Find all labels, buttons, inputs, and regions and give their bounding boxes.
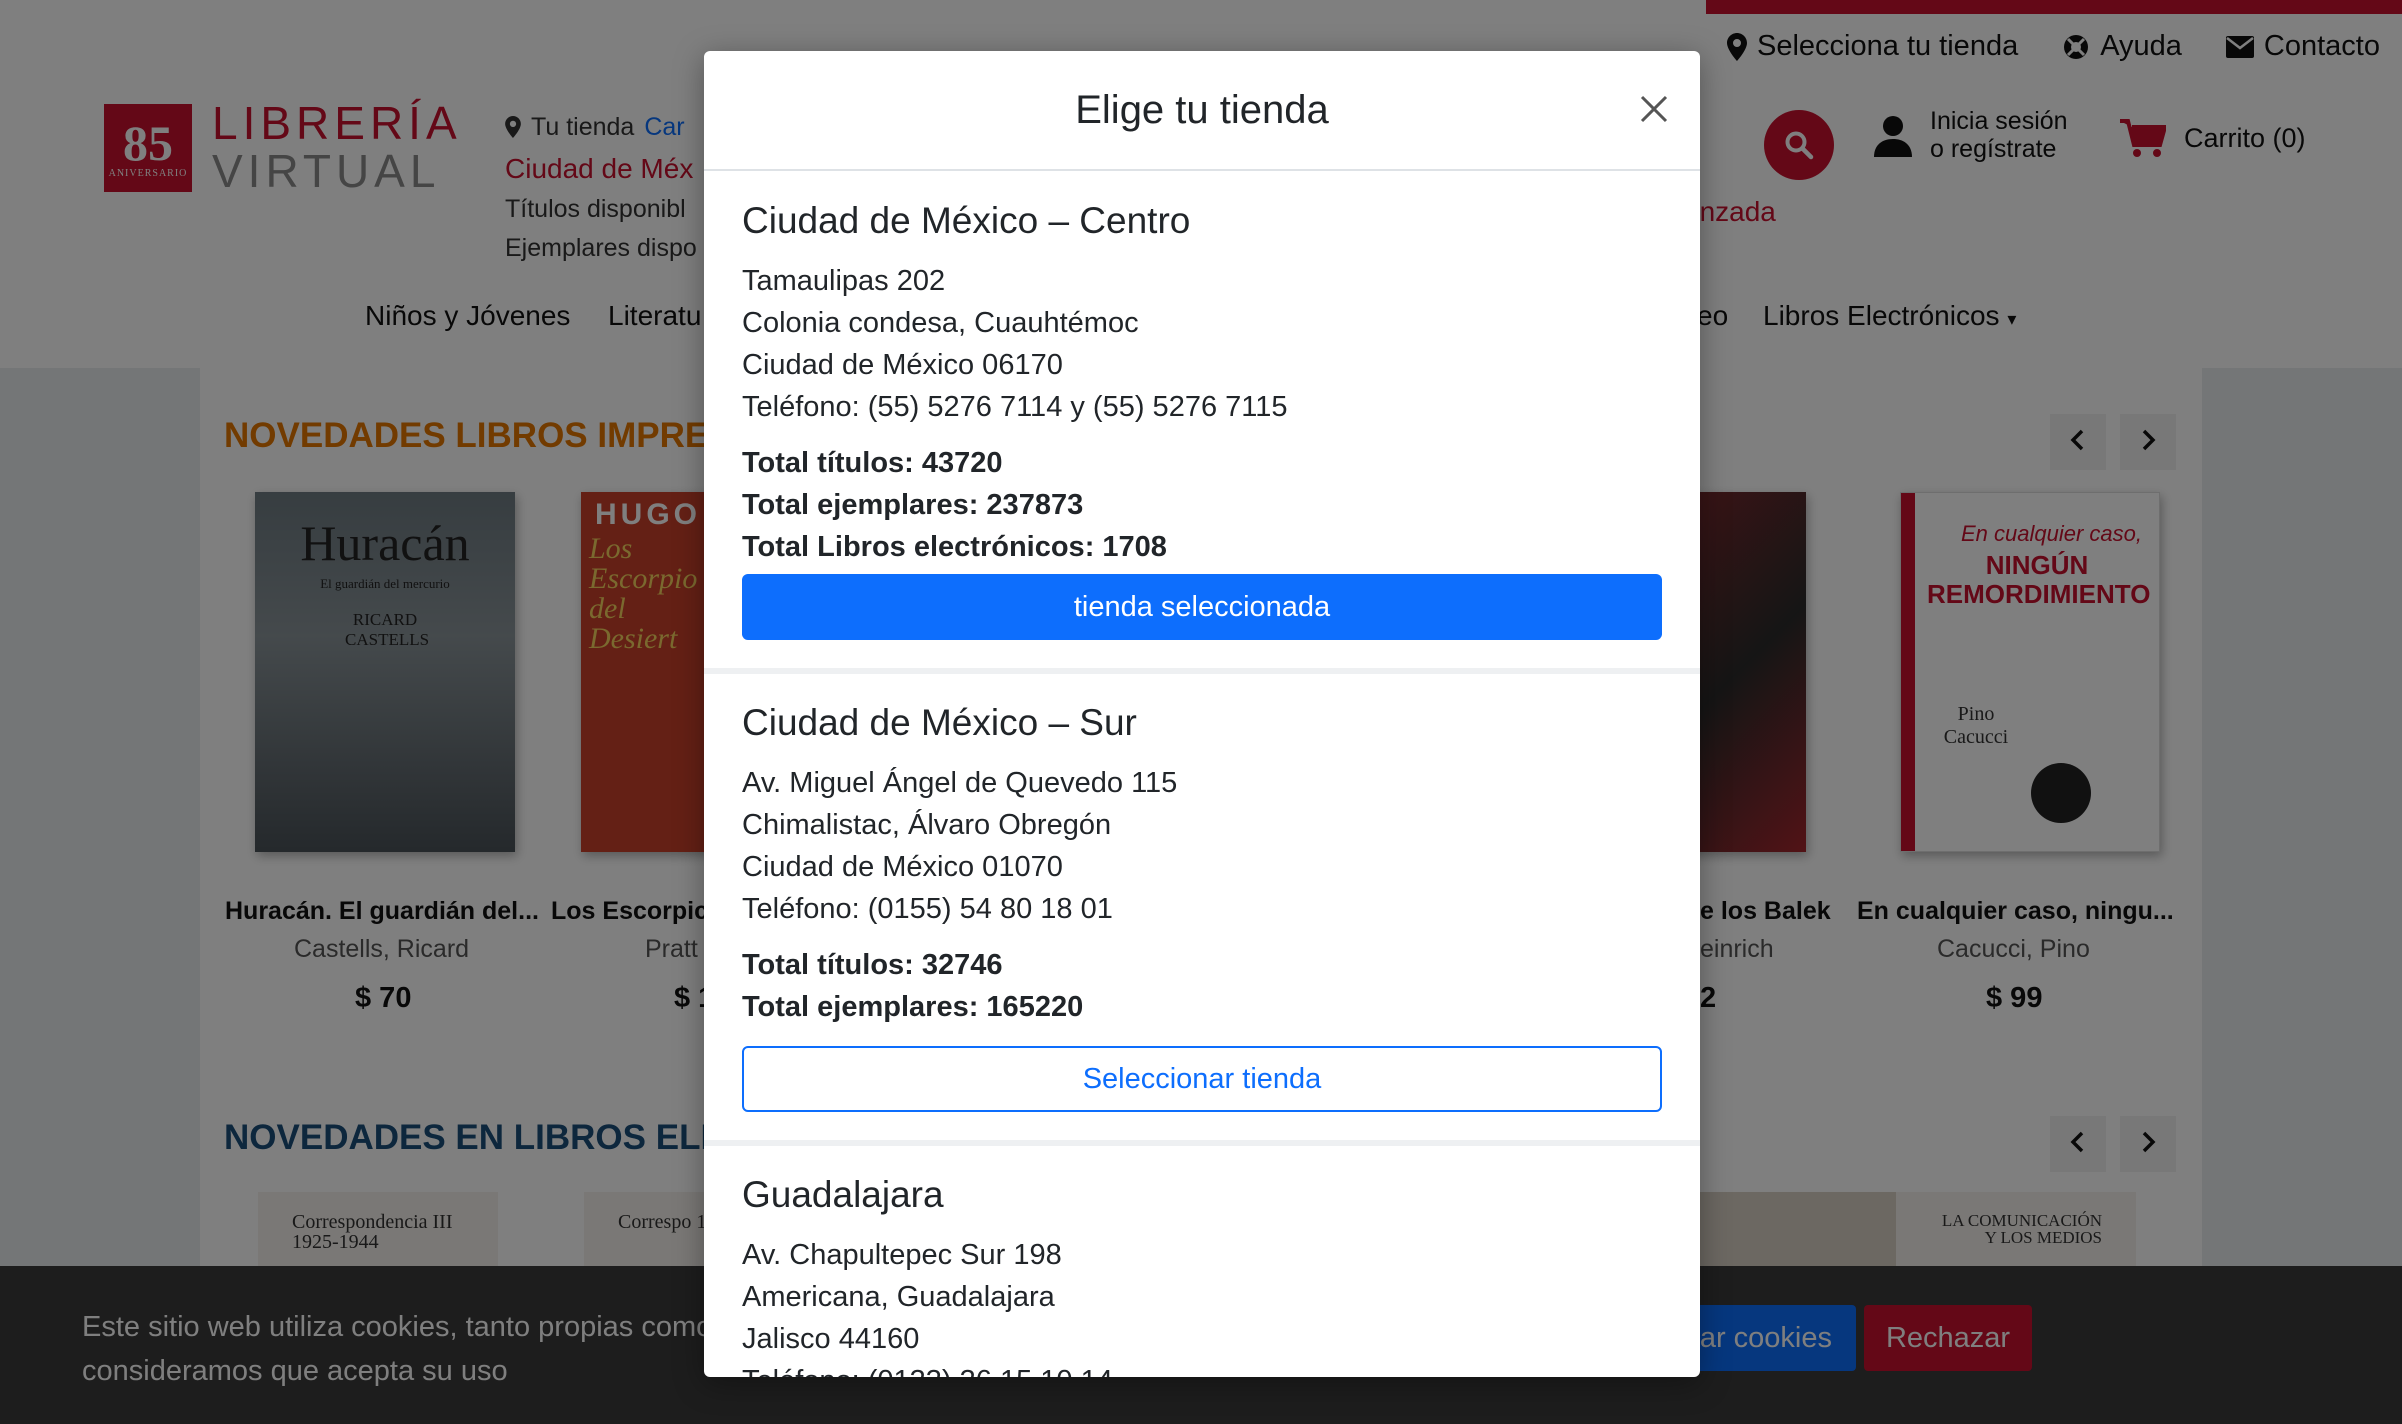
choose-store-modal: Elige tu tienda Ciudad de México – Centr… <box>704 51 1700 1377</box>
store-address-line: Colonia condesa, Cuauhtémoc <box>742 307 1139 339</box>
store-name: Guadalajara <box>742 1174 944 1215</box>
modal-body[interactable]: Ciudad de México – Centro Tamaulipas 202… <box>704 172 1700 1377</box>
store-total-ebooks: Total Libros electrónicos: 1708 <box>742 531 1167 563</box>
select-store-button[interactable]: Seleccionar tienda <box>742 1046 1662 1112</box>
modal-title: Elige tu tienda <box>1075 87 1329 132</box>
store-address-line: Tamaulipas 202 <box>742 265 946 297</box>
store-address-line: Jalisco 44160 <box>742 1323 920 1355</box>
store-card-guadalajara: Guadalajara Av. Chapultepec Sur 198 Amer… <box>704 1146 1700 1377</box>
store-total-titles: Total títulos: 32746 <box>742 949 1003 981</box>
store-selected-button[interactable]: tienda seleccionada <box>742 574 1662 640</box>
store-phone: Teléfono: (0133) 36 15 10 14 <box>742 1360 1662 1377</box>
store-total-copies: Total ejemplares: 237873 <box>742 489 1084 521</box>
store-phone: Teléfono: (0155) 54 80 18 01 <box>742 893 1113 925</box>
store-address-line: Ciudad de México 01070 <box>742 851 1063 883</box>
store-name: Ciudad de México – Centro <box>742 200 1191 241</box>
store-address-line: Chimalistac, Álvaro Obregón <box>742 809 1112 841</box>
store-card-centro: Ciudad de México – Centro Tamaulipas 202… <box>704 172 1700 674</box>
store-phone: Teléfono: (55) 5276 7114 y (55) 5276 711… <box>742 391 1288 423</box>
store-name: Ciudad de México – Sur <box>742 702 1137 743</box>
store-address-line: Ciudad de México 06170 <box>742 349 1063 381</box>
close-button[interactable] <box>1634 91 1674 131</box>
store-total-copies: Total ejemplares: 165220 <box>742 991 1084 1023</box>
store-total-titles: Total títulos: 43720 <box>742 447 1003 479</box>
store-address-line: Av. Chapultepec Sur 198 <box>742 1239 1062 1271</box>
store-address-line: Americana, Guadalajara <box>742 1281 1055 1313</box>
close-icon <box>1639 94 1669 129</box>
modal-header: Elige tu tienda <box>704 51 1700 171</box>
store-card-sur: Ciudad de México – Sur Av. Miguel Ángel … <box>704 674 1700 1146</box>
store-address-line: Av. Miguel Ángel de Quevedo 115 <box>742 767 1178 799</box>
